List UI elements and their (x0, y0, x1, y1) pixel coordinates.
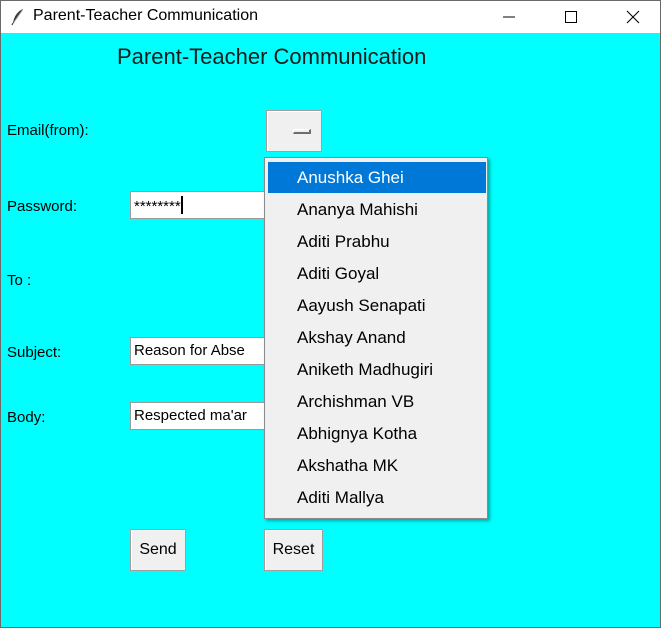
menu-item[interactable]: Archishman VB (268, 386, 486, 417)
menu-item[interactable]: Aayush Senapati (268, 290, 486, 321)
subject-value: Reason for Abse (134, 342, 245, 359)
app-window: Parent-Teacher Communication Parent-Teac… (0, 0, 661, 628)
text-cursor (180, 196, 183, 214)
menu-item[interactable]: Akshay Anand (268, 322, 486, 353)
feather-icon (10, 8, 26, 26)
form-area: Parent-Teacher Communication Email(from)… (1, 33, 660, 627)
minimize-button[interactable] (486, 1, 532, 33)
password-value: ******** (134, 198, 181, 215)
subject-field[interactable]: Reason for Abse (130, 337, 265, 365)
menu-item[interactable]: Ananya Mahishi (268, 194, 486, 225)
send-button[interactable]: Send (130, 529, 186, 571)
menu-item[interactable]: Aditi Prabhu (268, 226, 486, 257)
body-label: Body: (7, 409, 46, 426)
subject-label: Subject: (7, 344, 62, 361)
email-option-menu[interactable] (266, 110, 322, 152)
option-menu-indicator-icon (293, 129, 311, 134)
password-label: Password: (7, 198, 78, 215)
body-value: Respected ma'ar (134, 407, 247, 424)
page-title: Parent-Teacher Communication (117, 44, 427, 69)
menu-item[interactable]: Abhignya Kotha (268, 418, 486, 449)
menu-item[interactable]: Aditi Goyal (268, 258, 486, 289)
to-label: To : (7, 272, 32, 289)
recipient-dropdown-menu: Anushka Ghei Ananya Mahishi Aditi Prabhu Ad… (264, 157, 488, 519)
body-field[interactable]: Respected ma'ar (130, 402, 265, 430)
window-title: Parent-Teacher Communication (33, 7, 258, 24)
close-button[interactable] (610, 1, 656, 33)
menu-item[interactable]: Anushka Ghei (268, 162, 486, 193)
email-label: Email(from): (7, 122, 89, 139)
title-bar: Parent-Teacher Communication (1, 1, 660, 33)
menu-item[interactable]: Aditi Mallya (268, 482, 486, 513)
menu-item[interactable]: Akshatha MK (268, 450, 486, 481)
maximize-button[interactable] (548, 1, 594, 33)
password-field[interactable]: ******** (130, 191, 265, 219)
reset-button[interactable]: Reset (264, 529, 323, 571)
menu-item[interactable]: Aniketh Madhugiri (268, 354, 486, 385)
